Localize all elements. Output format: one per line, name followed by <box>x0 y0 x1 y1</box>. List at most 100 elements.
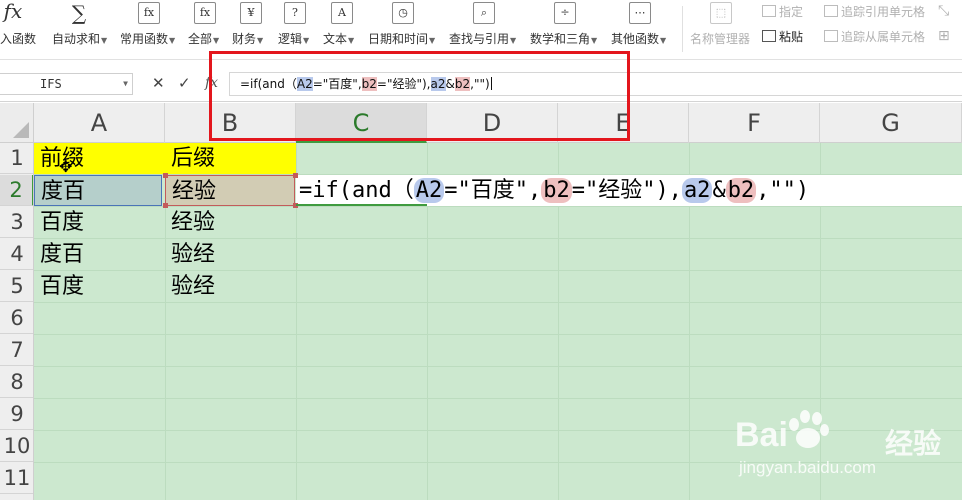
finance-button[interactable]: ¥ 财务▼ <box>232 0 272 60</box>
watermark-url: jingyan.baidu.com <box>739 458 877 477</box>
chevron-down-icon: ▼ <box>429 36 436 45</box>
cell-b2[interactable]: 经验 <box>165 175 295 206</box>
row-header-4[interactable]: 4 <box>0 239 33 270</box>
row-header-10[interactable]: 10 <box>0 431 33 462</box>
specify-button[interactable]: 指定 <box>762 3 803 20</box>
chevron-down-icon[interactable]: ▼ <box>123 74 128 94</box>
formula-ref-a2: a2 <box>430 77 446 91</box>
confirm-icon[interactable]: ✓ <box>178 73 191 93</box>
datetime-button[interactable]: ◷ 日期和时间▼ <box>368 0 440 60</box>
trace-precedents-button[interactable]: 追踪引用单元格 <box>824 3 925 20</box>
name-manager-icon: ⬚ <box>710 2 732 24</box>
math-button[interactable]: ÷ 数学和三角▼ <box>530 0 602 60</box>
row-header-3[interactable]: 3 <box>0 207 33 238</box>
cell-b5[interactable]: 验经 <box>165 271 215 302</box>
watermark-brand: Bai <box>735 416 788 454</box>
chevron-down-icon: ▼ <box>213 36 220 45</box>
remove-arrows-icon[interactable]: ⤡ <box>938 3 949 19</box>
cell-b3[interactable]: 经验 <box>165 207 215 238</box>
formula-part: ="经验"), <box>376 77 431 91</box>
cell-b4[interactable]: 验经 <box>165 239 215 270</box>
paste-icon <box>762 30 776 42</box>
column-headers: A B C D E F G <box>34 103 962 143</box>
math-icon: ÷ <box>554 2 576 24</box>
text-functions-label: 文本 <box>323 32 348 46</box>
formula-part: ="经验"), <box>571 178 682 203</box>
column-header-c[interactable]: C <box>296 103 427 143</box>
insert-function-label: 入函数 <box>0 32 37 46</box>
column-header-g[interactable]: G <box>820 103 962 143</box>
chevron-down-icon: ▼ <box>660 36 667 45</box>
more-functions-label: 其他函数 <box>611 32 660 46</box>
specify-icon <box>762 5 776 17</box>
grid-line <box>34 366 962 367</box>
baidu-jingyan-watermark: Bai 经验 jingyan.baidu.com <box>735 408 955 488</box>
cancel-icon[interactable]: ✕ <box>152 73 165 93</box>
text-cursor <box>490 77 492 90</box>
row-header-1[interactable]: 1 <box>0 143 33 174</box>
column-header-f[interactable]: F <box>689 103 820 143</box>
chevron-down-icon: ▼ <box>169 36 176 45</box>
formula-part: & <box>445 77 455 91</box>
cell-b1[interactable]: 后缀 <box>165 143 296 174</box>
chevron-down-icon: ▼ <box>101 36 108 45</box>
name-manager-button[interactable]: ⬚ 名称管理器 <box>690 0 754 60</box>
row-header-6[interactable]: 6 <box>0 303 33 334</box>
formula-bar: IFS ▼ ✕ ✓ fx =if(and（A2="百度",b2="经验"),a2… <box>0 60 962 102</box>
column-header-e[interactable]: E <box>558 103 689 143</box>
fx-icon[interactable]: fx <box>205 73 218 93</box>
logic-button[interactable]: ? 逻辑▼ <box>278 0 318 60</box>
formula-ref-b2: b2 <box>541 178 572 203</box>
row-header-2[interactable]: 2 <box>0 175 33 206</box>
cell-a4[interactable]: 度百 <box>34 239 84 270</box>
row-header-9[interactable]: 9 <box>0 399 33 430</box>
ribbon-divider <box>682 6 683 52</box>
formula-part: ="百度", <box>312 77 362 91</box>
row-headers: 1 2 3 4 5 6 7 8 9 10 11 <box>0 143 34 500</box>
formula-ref-b2: b2 <box>725 178 757 203</box>
formula-part: ,"") <box>470 77 490 91</box>
chevron-down-icon: ▼ <box>510 36 517 45</box>
text-icon: A <box>331 2 353 24</box>
formula-part: ,"") <box>756 178 810 203</box>
grid-line <box>34 302 962 303</box>
select-all-triangle-icon <box>13 122 29 138</box>
paste-button[interactable]: 粘贴 <box>762 28 803 45</box>
common-functions-icon: fx <box>138 2 160 24</box>
select-all-corner[interactable] <box>0 103 34 143</box>
common-functions-label: 常用函数 <box>120 32 169 46</box>
lookup-label: 查找与引用 <box>449 32 510 46</box>
formula-input[interactable]: =if(and（A2="百度",b2="经验"),a2&b2,"") <box>229 72 962 96</box>
trace-dependents-label: 追踪从属单元格 <box>841 30 926 44</box>
name-box-value: IFS <box>40 77 62 91</box>
lookup-button[interactable]: ⌕ 查找与引用▼ <box>449 0 521 60</box>
finance-icon: ¥ <box>240 2 262 24</box>
column-header-b[interactable]: B <box>165 103 296 143</box>
show-formulas-icon[interactable]: ⊞ <box>938 28 950 44</box>
row-header-8[interactable]: 8 <box>0 367 33 398</box>
column-header-d[interactable]: D <box>427 103 558 143</box>
cell-a2[interactable]: 度百 <box>34 175 162 206</box>
column-header-a[interactable]: A <box>34 103 165 143</box>
range-handle[interactable] <box>163 173 168 178</box>
cell-a5[interactable]: 百度 <box>34 271 84 302</box>
common-functions-button[interactable]: fx 常用函数▼ <box>118 0 182 60</box>
all-functions-button[interactable]: fx 全部▼ <box>188 0 228 60</box>
cell-a1[interactable]: 前缀 <box>34 143 165 174</box>
math-label: 数学和三角 <box>530 32 591 46</box>
row-header-11[interactable]: 11 <box>0 463 33 494</box>
name-box[interactable]: IFS ▼ <box>0 73 133 95</box>
cell-c2-editor[interactable]: =if(and（A2="百度",b2="经验"),a2&b2,"") <box>296 175 809 206</box>
formula-ref-a2: A2 <box>413 178 445 203</box>
row-header-7[interactable]: 7 <box>0 335 33 366</box>
autosum-label: 自动求和 <box>52 32 101 46</box>
chevron-down-icon: ▼ <box>257 36 264 45</box>
insert-function-button[interactable]: fx 入函数 <box>0 0 42 60</box>
trace-dependents-button[interactable]: 追踪从属单元格 <box>824 28 925 45</box>
autosum-button[interactable]: ∑ 自动求和▼ <box>50 0 112 60</box>
row-header-5[interactable]: 5 <box>0 271 33 302</box>
formula-ref-a2: A2 <box>296 77 313 91</box>
cell-a3[interactable]: 百度 <box>34 207 84 238</box>
text-functions-button[interactable]: A 文本▼ <box>323 0 363 60</box>
more-functions-button[interactable]: ⋯ 其他函数▼ <box>611 0 675 60</box>
